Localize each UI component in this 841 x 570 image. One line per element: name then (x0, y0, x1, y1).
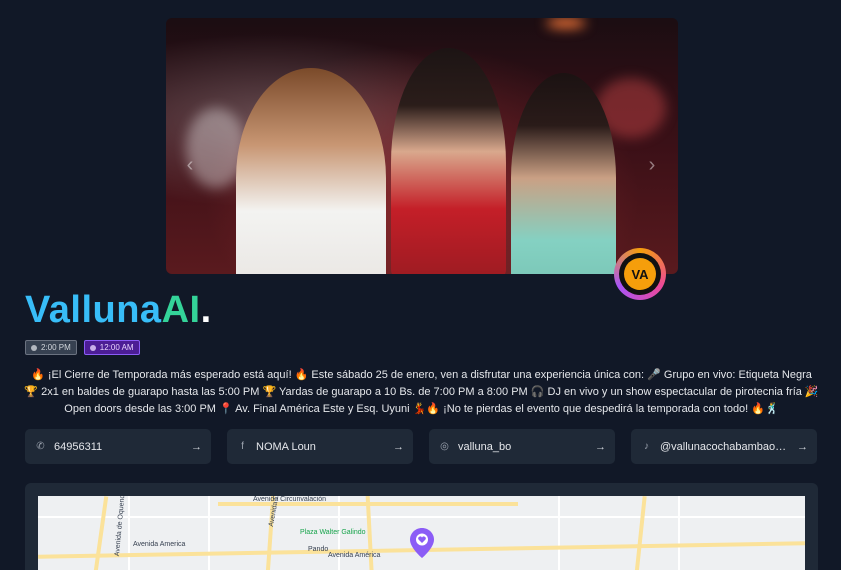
end-time-text: 12:00 AM (99, 343, 134, 352)
map-pin-icon[interactable] (410, 528, 434, 558)
map-label-america-left: Avenida America (133, 541, 186, 548)
whatsapp-icon: ✆ (36, 441, 45, 452)
instagram-icon: ◎ (440, 441, 449, 452)
start-time-text: 2:00 PM (41, 343, 71, 352)
instagram-link[interactable]: ◎ valluna_bo → (429, 429, 615, 464)
clock-icon (31, 344, 37, 351)
arrow-right-icon: → (191, 440, 202, 453)
end-time-badge: 12:00 AM (83, 340, 140, 355)
tiktok-icon: ♪ (644, 441, 649, 452)
whatsapp-link-text: 64956311 (54, 440, 103, 453)
brand-title: VallunaAI. (25, 288, 212, 332)
tiktok-link-text: @vallunacochabambaofic... (660, 440, 789, 453)
map-label-oquendo: Avenida de Oquendo (114, 496, 127, 557)
map-label-circunvalacion: Avenida Circunvalación (253, 496, 327, 503)
arrow-right-icon: → (393, 440, 404, 453)
event-time-row: 2:00 PM 12:00 AM (25, 340, 140, 355)
event-hero-image: ‹ › (166, 18, 678, 274)
facebook-link-text: NOMA Loun (256, 440, 316, 453)
start-time-badge: 2:00 PM (25, 340, 77, 355)
facebook-link[interactable]: f NOMA Loun → (227, 429, 413, 464)
brand-part-valluna: Valluna (25, 289, 162, 331)
hero-prev-icon[interactable]: ‹ (180, 152, 200, 178)
brand-part-dot: . (200, 289, 212, 331)
arrow-right-icon: → (797, 440, 808, 453)
map-label-plaza: Plaza Walter Galindo (300, 529, 366, 536)
event-description: 🔥 ¡El Cierre de Temporada más esperado e… (24, 369, 819, 415)
map-container: Avenida Circunvalación Avenida America A… (25, 483, 818, 570)
clock-icon (89, 344, 96, 351)
tiktok-link[interactable]: ♪ @vallunacochabambaofic... → (631, 429, 817, 464)
map-label-america-mid: Avenida América (328, 552, 381, 559)
valluna-logo-badge: VA (614, 248, 666, 300)
contact-links: ✆ 64956311 → f NOMA Loun → ◎ valluna_bo … (25, 429, 817, 464)
whatsapp-link[interactable]: ✆ 64956311 → (25, 429, 211, 464)
logo-badge-text: VA (624, 258, 656, 290)
arrow-right-icon: → (595, 440, 606, 453)
facebook-icon: f (241, 441, 244, 452)
brand-part-ai: AI (161, 289, 201, 331)
hero-next-icon[interactable]: › (642, 152, 662, 178)
instagram-link-text: valluna_bo (458, 440, 512, 453)
location-map[interactable]: Avenida Circunvalación Avenida America A… (38, 496, 805, 570)
map-label-pando: Pando (308, 546, 329, 553)
